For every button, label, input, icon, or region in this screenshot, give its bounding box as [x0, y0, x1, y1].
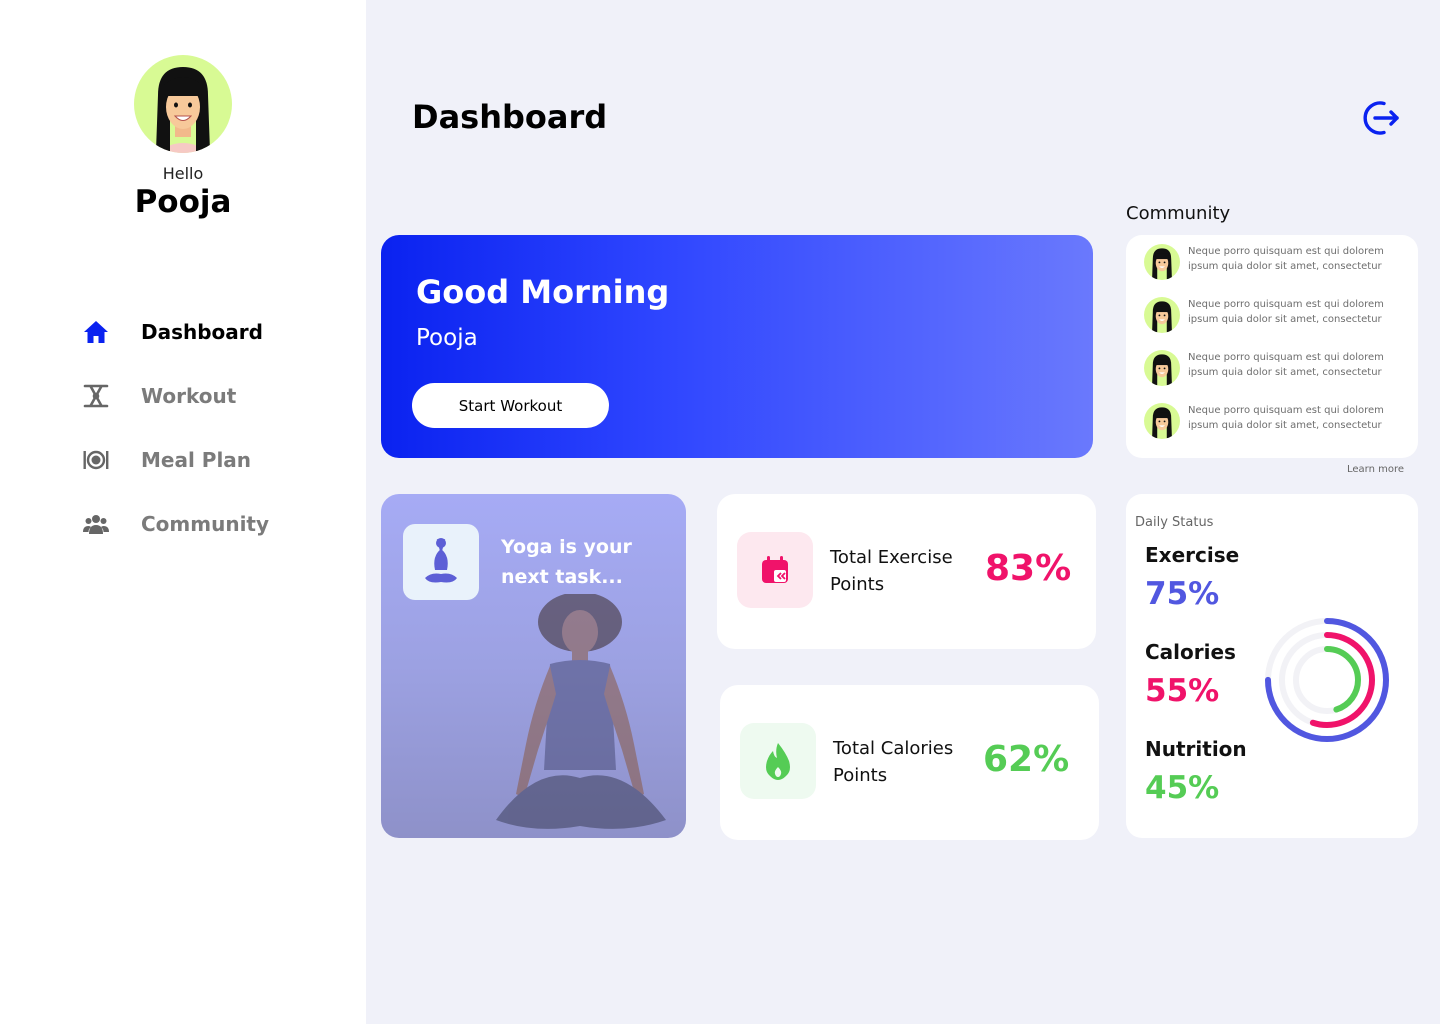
community-post-text: Neque porro quisquam est qui dolorem ips… — [1188, 352, 1384, 378]
stat-label: Total Exercise Points — [830, 547, 953, 595]
community-post-text: Neque porro quisquam est qui dolorem ips… — [1188, 246, 1384, 272]
yoga-person-image — [496, 594, 666, 829]
community-avatar — [1144, 403, 1180, 439]
calories-value: 55% — [1145, 673, 1220, 709]
logout-icon — [1363, 101, 1399, 135]
sidebar-item-label: Workout — [141, 384, 237, 408]
greeting-banner: Good Morning Pooja Start Workout — [381, 235, 1093, 458]
flame-icon — [740, 723, 816, 799]
sidebar-item-dashboard[interactable]: Dashboard — [82, 300, 302, 364]
user-avatar[interactable] — [134, 55, 232, 153]
learn-more-link[interactable]: Learn more — [1320, 464, 1404, 475]
next-task-card[interactable]: Yoga is your next task... — [381, 494, 686, 838]
home-icon — [82, 318, 110, 346]
sidebar: Hello Pooja Dashboard Workout Meal Plan … — [0, 0, 366, 1024]
daily-status-ring-chart — [1265, 618, 1389, 742]
sidebar-nav: Dashboard Workout Meal Plan Community — [82, 300, 302, 556]
sidebar-item-community[interactable]: Community — [82, 492, 302, 556]
sidebar-item-meal-plan[interactable]: Meal Plan — [82, 428, 302, 492]
page-title: Dashboard — [412, 98, 608, 136]
calories-label: Calories — [1145, 640, 1236, 664]
sidebar-item-label: Dashboard — [141, 320, 263, 344]
sidebar-item-label: Community — [141, 512, 270, 536]
banner-title: Good Morning — [416, 273, 670, 311]
community-post-text: Neque porro quisquam est qui dolorem ips… — [1188, 405, 1384, 431]
total-calories-card[interactable]: Total Calories Points 62% — [720, 685, 1099, 840]
community-card: Neque porro quisquam est qui dolorem ips… — [1126, 235, 1418, 458]
community-post[interactable]: Neque porro quisquam est qui dolorem ips… — [1144, 350, 1408, 386]
nutrition-label: Nutrition — [1145, 737, 1247, 761]
banner-username: Pooja — [416, 325, 478, 351]
stat-value: 83% — [985, 548, 1072, 589]
community-icon — [82, 510, 110, 538]
stat-value: 62% — [983, 739, 1070, 780]
community-avatar — [1144, 350, 1180, 386]
stat-label: Total Calories Points — [833, 738, 954, 786]
community-post[interactable]: Neque porro quisquam est qui dolorem ips… — [1144, 297, 1408, 333]
calendar-icon — [737, 532, 813, 608]
community-post[interactable]: Neque porro quisquam est qui dolorem ips… — [1144, 403, 1408, 439]
community-title: Community — [1126, 203, 1231, 224]
exercise-value: 75% — [1145, 576, 1220, 612]
daily-status-card: Daily Status Exercise 75% Calories 55% N… — [1126, 494, 1418, 838]
start-workout-button[interactable]: Start Workout — [412, 383, 609, 428]
sidebar-item-workout[interactable]: Workout — [82, 364, 302, 428]
greeting-text: Hello — [162, 164, 204, 183]
community-avatar — [1144, 297, 1180, 333]
sidebar-item-label: Meal Plan — [141, 448, 252, 472]
logout-button[interactable] — [1360, 97, 1402, 139]
nutrition-value: 45% — [1145, 770, 1220, 806]
workout-icon — [82, 382, 110, 410]
next-task-text: Yoga is your next task... — [501, 536, 632, 588]
user-name: Pooja — [134, 184, 232, 220]
daily-status-title: Daily Status — [1135, 515, 1214, 530]
meal-icon — [82, 446, 110, 474]
community-post[interactable]: Neque porro quisquam est qui dolorem ips… — [1144, 244, 1408, 280]
exercise-label: Exercise — [1145, 543, 1240, 567]
yoga-icon — [403, 524, 479, 600]
community-post-text: Neque porro quisquam est qui dolorem ips… — [1188, 299, 1384, 325]
total-exercise-card[interactable]: Total Exercise Points 83% — [717, 494, 1096, 649]
community-avatar — [1144, 244, 1180, 280]
